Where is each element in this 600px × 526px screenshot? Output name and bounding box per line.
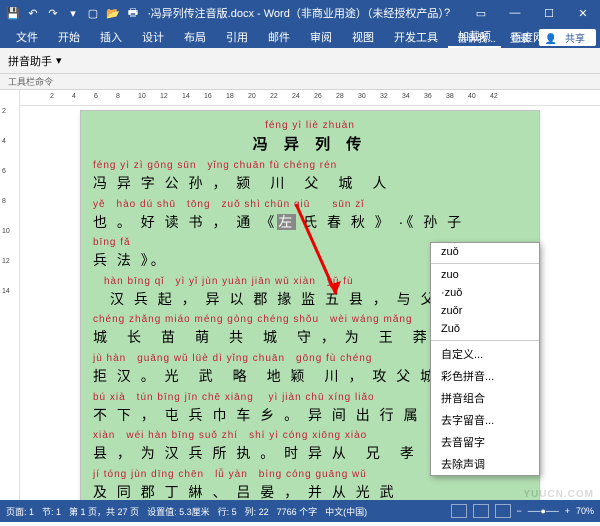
print-layout-icon[interactable] — [473, 504, 489, 518]
vertical-ruler: 2 4 6 8 10 12 14 — [0, 90, 20, 500]
selected-char[interactable]: 左 — [277, 214, 296, 230]
status-position[interactable]: 设置值: 5.3厘米 — [147, 505, 210, 518]
status-page[interactable]: 页面: 1 — [6, 505, 34, 518]
hanzi-text: 冯 异 字 公 孙 ， 颍 川 父 城 人 — [93, 174, 527, 194]
zoom-in-icon[interactable]: + — [565, 506, 570, 516]
separator — [431, 340, 539, 341]
pinyin-text: féng yì zì gōng sūn yǐng chuān fù chéng … — [93, 159, 527, 173]
zoom-slider[interactable]: ──●── — [528, 506, 559, 516]
ctx-remove-tone[interactable]: 去除声调 — [431, 453, 539, 475]
open-icon[interactable]: 📂 — [104, 4, 122, 22]
status-language[interactable]: 中文(中国) — [325, 505, 367, 518]
ribbon-content: 拼音助手 ▾ — [0, 48, 600, 74]
zoom-out-icon[interactable]: − — [517, 506, 522, 516]
hanzi-text: 及 同 郡 丁 綝 、 吕 晏 ， 并 从 光 武 — [93, 483, 527, 500]
new-icon[interactable]: ▢ — [84, 4, 102, 22]
command-bar-label: 工具栏命令 — [0, 74, 600, 90]
login-button[interactable]: 登录 — [505, 30, 535, 45]
status-column[interactable]: 列: 22 — [245, 505, 269, 518]
ctx-option-zuo3r[interactable]: zuǒr — [431, 302, 539, 320]
ctx-color-pinyin[interactable]: 彩色拼音... — [431, 365, 539, 387]
window-title: 冯异列传注音版.docx - Word（非商业用途）（未经授权产品） — [151, 5, 450, 21]
tab-layout[interactable]: 布局 — [174, 26, 216, 48]
dropdown-icon[interactable]: ▾ — [64, 4, 82, 22]
undo-icon[interactable]: ↶ — [24, 4, 42, 22]
close-icon[interactable]: ✕ — [566, 0, 600, 26]
ctx-option-dotzuo3[interactable]: ·zuǒ — [431, 284, 539, 302]
redo-icon[interactable]: ↷ — [44, 4, 62, 22]
context-menu: zuǒ zuo ·zuǒ zuǒr Zuǒ 自定义... 彩色拼音... 拼音组… — [430, 242, 540, 476]
separator — [431, 263, 539, 264]
tab-home[interactable]: 开始 — [48, 26, 90, 48]
tab-view[interactable]: 视图 — [342, 26, 384, 48]
hanzi-text: 冯 异 列 传 — [93, 134, 527, 155]
statusbar: 页面: 1 节: 1 第 1 页，共 27 页 设置值: 5.3厘米 行: 5 … — [0, 500, 600, 522]
tab-developer[interactable]: 开发工具 — [384, 26, 448, 48]
tab-file[interactable]: 文件 — [6, 26, 48, 48]
quick-access-toolbar: 💾 ↶ ↷ ▾ ▢ 📂 🖶 ⋯ — [0, 4, 166, 22]
status-section[interactable]: 节: 1 — [42, 505, 61, 518]
save-icon[interactable]: 💾 — [4, 4, 22, 22]
pinyin-text: féng yì liè zhuàn — [93, 119, 527, 133]
status-page-of[interactable]: 第 1 页，共 27 页 — [69, 505, 139, 518]
ctx-option-cap-zuo3[interactable]: Zuǒ — [431, 320, 539, 338]
ctx-option-zuo3[interactable]: zuǒ — [431, 243, 539, 261]
status-words[interactable]: 7766 个字 — [277, 505, 318, 518]
horizontal-ruler: 2 4 6 8 10 12 14 16 18 20 22 24 26 28 30… — [20, 90, 600, 106]
window-buttons: ? ▭ — ☐ ✕ — [430, 0, 600, 26]
help-icon[interactable]: ? — [430, 0, 464, 26]
document-area: 2 4 6 8 10 12 14 16 18 20 22 24 26 28 30… — [20, 90, 600, 500]
pinyin-helper-dropdown[interactable]: 拼音助手 ▾ — [8, 53, 62, 69]
ctx-remove-char-keep-sound[interactable]: 去字留音... — [431, 409, 539, 431]
minimize-icon[interactable]: — — [498, 0, 532, 26]
pinyin-helper-label: 拼音助手 — [8, 53, 52, 69]
zoom-level[interactable]: 70% — [576, 506, 594, 516]
tab-review[interactable]: 审阅 — [300, 26, 342, 48]
tell-me[interactable]: 告诉我... — [452, 30, 500, 45]
chevron-down-icon: ▾ — [56, 54, 62, 67]
web-layout-icon[interactable] — [495, 504, 511, 518]
print-icon[interactable]: 🖶 — [124, 4, 142, 22]
ctx-option-zuo[interactable]: zuo — [431, 266, 539, 284]
ribbon-display-icon[interactable]: ▭ — [464, 0, 498, 26]
titlebar: 💾 ↶ ↷ ▾ ▢ 📂 🖶 ⋯ 冯异列传注音版.docx - Word（非商业用… — [0, 0, 600, 26]
hanzi-text: 也 。 好 读 书 ， 通 《左 氏 春 秋 》 ·《 孙 子 — [93, 213, 527, 233]
pinyin-text: yě hào dú shū tōng zuǒ shì chūn qiū sūn … — [93, 198, 527, 212]
ctx-remove-sound-keep-char[interactable]: 去音留字 — [431, 431, 539, 453]
tab-mailings[interactable]: 邮件 — [258, 26, 300, 48]
watermark: YUUCN.COM — [523, 489, 594, 500]
tab-design[interactable]: 设计 — [132, 26, 174, 48]
ribbon-tabs: 文件 开始 插入 设计 布局 引用 邮件 审阅 视图 开发工具 加载项 百度网盘… — [0, 26, 600, 48]
tab-insert[interactable]: 插入 — [90, 26, 132, 48]
ctx-custom[interactable]: 自定义... — [431, 343, 539, 365]
share-button[interactable]: 👤 共享 — [539, 29, 596, 46]
ctx-group-pinyin[interactable]: 拼音组合 — [431, 387, 539, 409]
tab-references[interactable]: 引用 — [216, 26, 258, 48]
read-mode-icon[interactable] — [451, 504, 467, 518]
maximize-icon[interactable]: ☐ — [532, 0, 566, 26]
workspace: 2 4 6 8 10 12 14 2 4 6 8 10 12 14 16 18 … — [0, 90, 600, 500]
status-line[interactable]: 行: 5 — [218, 505, 237, 518]
